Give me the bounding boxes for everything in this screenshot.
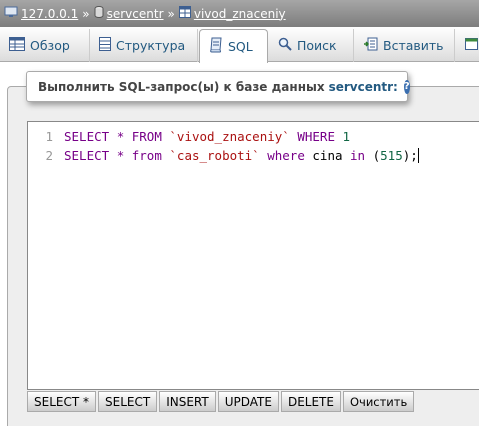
breadcrumb-separator: » (167, 6, 175, 21)
sql-editor[interactable]: 1 2 SELECT * FROM `vivod_znaceniy` WHERE… (27, 121, 479, 390)
tab-label: SQL (228, 39, 253, 54)
table-icon (178, 6, 191, 21)
breadcrumb-separator: » (82, 6, 90, 21)
tab-label: Поиск (297, 38, 337, 53)
clear-button[interactable]: Очистить (342, 391, 415, 412)
tab-search[interactable]: Поиск (269, 29, 354, 62)
export-icon (465, 37, 479, 54)
search-icon (278, 37, 292, 54)
breadcrumb-database[interactable]: servcentr (94, 6, 164, 21)
breadcrumb-server[interactable]: 127.0.0.1 (4, 6, 78, 21)
query-helper-buttons: SELECT * SELECT INSERT UPDATE DELETE Очи… (27, 391, 416, 413)
breadcrumb-table[interactable]: vivod_znaceniy (178, 6, 286, 21)
tabs-bar: Обзор Структура SQL Поиск Вставить (0, 27, 479, 63)
tab-label: Структура (116, 38, 186, 53)
legend-text: Выполнить SQL-запрос(ы) к базе данных (38, 79, 325, 94)
browse-icon (9, 37, 25, 54)
tab-insert[interactable]: Вставить (355, 29, 455, 62)
line-number: 1 (45, 129, 53, 144)
legend-db-name: servcentr: (328, 79, 398, 94)
insert-button[interactable]: INSERT (159, 391, 216, 412)
server-icon (4, 6, 18, 21)
structure-icon (99, 37, 111, 54)
code-line[interactable]: SELECT * from `cas_roboti` where cina in… (64, 148, 419, 163)
help-icon[interactable]: ? (403, 79, 410, 94)
breadcrumb: 127.0.0.1 » servcentr » vivod_znaceniy (0, 0, 479, 27)
database-icon (94, 6, 104, 21)
tab-sql[interactable]: SQL (199, 29, 268, 63)
phpmyadmin-sql-page: 127.0.0.1 » servcentr » vivod_znaceniy О… (0, 0, 479, 426)
tab-more[interactable] (456, 29, 479, 62)
query-panel-legend: Выполнить SQL-запрос(ы) к базе данных se… (26, 71, 410, 102)
select-button[interactable]: SELECT (98, 391, 158, 412)
tab-label: Обзор (30, 38, 70, 53)
tab-structure[interactable]: Структура (90, 29, 198, 62)
sql-icon (209, 37, 223, 56)
tab-label: Вставить (383, 38, 444, 53)
tab-browse[interactable]: Обзор (0, 29, 90, 62)
update-button[interactable]: UPDATE (217, 391, 279, 412)
line-number-gutter: 1 2 (28, 122, 57, 389)
code-line[interactable]: SELECT * FROM `vivod_znaceniy` WHERE 1 (64, 129, 350, 144)
line-number: 2 (45, 148, 53, 163)
select-star-button[interactable]: SELECT * (27, 391, 96, 412)
delete-button[interactable]: DELETE (280, 391, 341, 412)
text-cursor (417, 148, 419, 163)
insert-icon (364, 37, 378, 54)
